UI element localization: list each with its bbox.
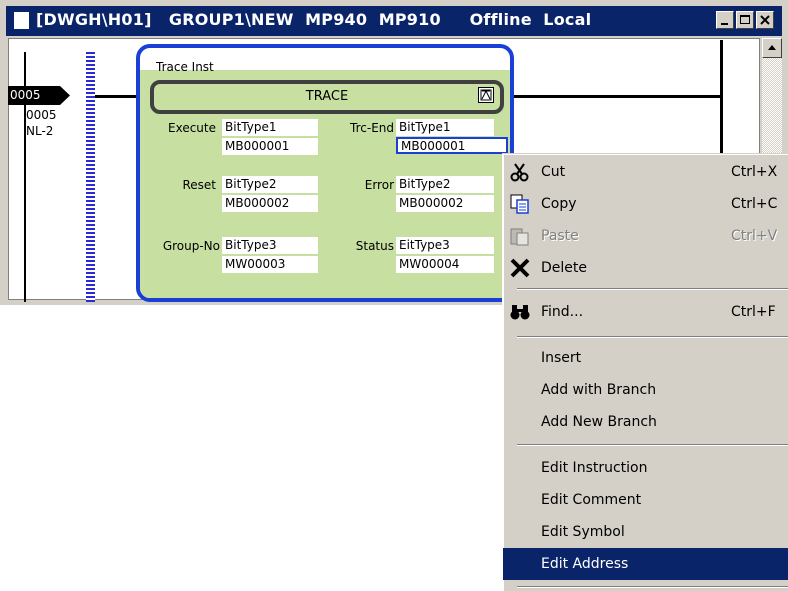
menu-separator xyxy=(517,586,788,588)
param-address-status[interactable]: MW00004 xyxy=(396,256,494,273)
menu-item-label: Find... xyxy=(541,304,584,320)
menu-item-copy[interactable]: Copy Ctrl+C xyxy=(503,188,788,220)
menu-item-delete[interactable]: Delete xyxy=(503,252,788,284)
menu-item-label: Delete xyxy=(541,260,587,276)
menu-item-label: Insert xyxy=(541,350,582,366)
menu-item-shortcut: Ctrl+X xyxy=(731,164,778,180)
title-bar[interactable]: [DWGH\H01] GROUP1\NEW MP940 MP910 Offlin… xyxy=(6,6,782,36)
param-label-status: Status xyxy=(355,239,394,253)
menu-item-shortcut: Ctrl+C xyxy=(731,196,778,212)
menu-separator xyxy=(517,336,788,338)
param-address-reset[interactable]: MB000002 xyxy=(222,195,318,212)
block-expand-icon[interactable] xyxy=(478,87,494,103)
arrow-up-icon xyxy=(768,45,776,50)
param-type-execute[interactable]: BitType1 xyxy=(222,119,318,136)
menu-separator xyxy=(517,444,788,446)
menu-item-label: Edit Symbol xyxy=(541,524,625,540)
instruction-name: TRACE xyxy=(305,89,349,104)
step-tag: 0005 xyxy=(8,86,70,105)
copy-icon xyxy=(509,194,531,214)
menu-item-add-new-branch[interactable]: Add New Branch xyxy=(503,406,788,438)
window-icon xyxy=(14,12,29,29)
menu-item-edit-instruction[interactable]: Edit Instruction xyxy=(503,452,788,484)
menu-item-add-with-branch[interactable]: Add with Branch xyxy=(503,374,788,406)
binoculars-icon xyxy=(509,302,531,322)
menu-item-label: Copy xyxy=(541,196,577,212)
rung-marker-bar xyxy=(86,52,95,302)
param-address-execute[interactable]: MB000001 xyxy=(222,138,318,155)
param-address-trc-end[interactable]: MB000001 xyxy=(396,137,508,154)
menu-item-cut[interactable]: Cut Ctrl+X xyxy=(503,156,788,188)
step-number: 0005 xyxy=(26,108,57,122)
restore-button[interactable] xyxy=(736,11,754,29)
menu-item-edit-symbol[interactable]: Edit Symbol xyxy=(503,516,788,548)
paste-icon xyxy=(509,226,531,246)
minimize-icon xyxy=(721,23,728,25)
menu-item-insert[interactable]: Insert xyxy=(503,342,788,374)
param-address-group-no[interactable]: MW00003 xyxy=(222,256,318,273)
rung-line-left xyxy=(95,95,139,98)
menu-item-paste[interactable]: Paste Ctrl+V xyxy=(503,220,788,252)
x-delete-icon xyxy=(509,258,531,278)
param-type-trc-end[interactable]: BitType1 xyxy=(396,119,494,136)
param-label-trc-end: Trc-End xyxy=(350,121,394,135)
menu-item-edit-address[interactable]: Edit Address xyxy=(503,548,788,580)
menu-separator xyxy=(517,288,788,290)
menu-item-find[interactable]: Find... Ctrl+F xyxy=(503,296,788,328)
scissors-icon xyxy=(509,162,531,182)
close-icon xyxy=(760,15,770,25)
param-type-group-no[interactable]: BitType3 xyxy=(222,237,318,254)
menu-item-label: Edit Address xyxy=(541,556,629,572)
close-button[interactable] xyxy=(756,11,774,29)
param-address-error[interactable]: MB000002 xyxy=(396,195,494,212)
maximize-icon xyxy=(740,15,750,24)
menu-item-label: Add with Branch xyxy=(541,382,657,398)
context-menu: Cut Ctrl+X Copy Ctrl+C Paste Ctrl+V Dele… xyxy=(502,153,788,591)
menu-item-shortcut: Ctrl+F xyxy=(731,304,776,320)
menu-item-label: Edit Instruction xyxy=(541,460,648,476)
instance-title: Trace Inst xyxy=(156,60,214,74)
menu-item-label: Add New Branch xyxy=(541,414,657,430)
param-type-error[interactable]: BitType2 xyxy=(396,176,494,193)
window-title: [DWGH\H01] GROUP1\NEW MP940 MP910 Offlin… xyxy=(36,10,592,29)
param-type-status[interactable]: EitType3 xyxy=(396,237,494,254)
param-label-group-no: Group-No xyxy=(162,239,220,253)
rung-line-right xyxy=(510,95,722,98)
nest-level: NL-2 xyxy=(26,124,54,138)
menu-item-label: Paste xyxy=(541,228,579,244)
param-type-reset[interactable]: BitType2 xyxy=(222,176,318,193)
scroll-up-button[interactable] xyxy=(762,38,782,58)
menu-item-edit-comment[interactable]: Edit Comment xyxy=(503,484,788,516)
menu-item-label: Edit Comment xyxy=(541,492,642,508)
menu-item-shortcut: Ctrl+V xyxy=(731,228,778,244)
param-label-execute: Execute xyxy=(168,121,216,135)
minimize-button[interactable] xyxy=(716,11,734,29)
menu-item-label: Cut xyxy=(541,164,566,180)
param-label-error: Error xyxy=(364,178,394,192)
param-label-reset: Reset xyxy=(182,178,216,192)
